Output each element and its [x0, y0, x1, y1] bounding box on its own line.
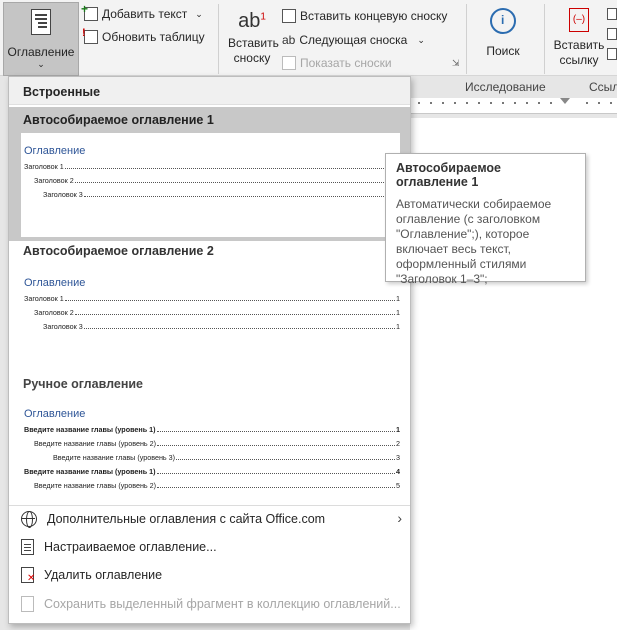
- footnote-icon: ab1: [238, 10, 266, 32]
- add-text-icon: [81, 2, 98, 21]
- custom-toc-icon: [21, 539, 34, 555]
- chevron-right-icon: ›: [397, 510, 402, 526]
- more-online-toc-item[interactable]: Дополнительные оглавления с сайта Office…: [9, 506, 410, 532]
- citation-icon: (–): [569, 8, 589, 32]
- chevron-down-icon: ⌄: [417, 34, 425, 45]
- tooltip: Автособираемое оглавление 1 Автоматическ…: [385, 153, 586, 286]
- toc-template-auto-1[interactable]: Автособираемое оглавление 1 Оглавление З…: [9, 107, 410, 241]
- toc-line: Заголовок 11: [24, 294, 400, 303]
- research-group-label: Исследование: [465, 80, 546, 94]
- toc-preview: Оглавление Заголовок 11 Заголовок 21 Заг…: [21, 263, 400, 367]
- checkbox-icon: [607, 8, 617, 20]
- toc-line: Заголовок 21: [34, 308, 400, 317]
- toc-icon: [31, 9, 51, 35]
- toc-button-label: Оглавление: [7, 45, 75, 59]
- update-table-button[interactable]: Обновить таблицу: [82, 27, 205, 47]
- divider: [466, 4, 467, 74]
- toc-line: Введите название главы (уровень 3) 3: [53, 453, 400, 462]
- toc-preview: Оглавление Заголовок 11 Заголовок 21 Заг…: [21, 133, 400, 237]
- insert-footnote-label: Вставить сноску: [228, 36, 279, 65]
- custom-toc-item[interactable]: Настраиваемое оглавление...: [9, 534, 410, 560]
- toc-line: Заголовок 31: [43, 322, 400, 331]
- ruler[interactable]: [410, 98, 617, 114]
- links-group-label: Ссыл: [589, 80, 617, 94]
- insert-link-button[interactable]: (–) Вставить ссылку: [548, 4, 610, 74]
- divider: [544, 4, 545, 74]
- indent-marker-icon[interactable]: [560, 98, 570, 104]
- insert-footnote-button[interactable]: ab1 Вставить сноску: [224, 4, 280, 74]
- show-notes-button[interactable]: Показать сноски: [282, 53, 392, 73]
- toc-button[interactable]: Оглавление ⌄: [3, 2, 79, 76]
- toc-line: Введите название главы (уровень 2) 5: [34, 481, 400, 490]
- update-table-icon: [82, 27, 98, 44]
- toc-line: Заголовок 21: [34, 176, 397, 185]
- toc-line: Заголовок 31: [43, 190, 397, 199]
- toc-line: Введите название главы (уровень 1) 1: [24, 425, 400, 434]
- remove-toc-icon: [21, 567, 35, 584]
- tooltip-body: Автоматически собираемое оглавление (с з…: [396, 197, 552, 286]
- dialog-launcher-icon[interactable]: ⇲: [452, 58, 460, 69]
- toc-template-manual[interactable]: Ручное оглавление Оглавление Введите наз…: [9, 371, 410, 501]
- chevron-down-icon: ⌄: [37, 59, 45, 69]
- save-selection-item[interactable]: Сохранить выделенный фрагмент в коллекци…: [9, 591, 410, 617]
- divider: [218, 4, 219, 74]
- show-notes-icon: [282, 56, 296, 70]
- ribbon: Оглавление ⌄ Добавить текст ⌄ Обновить т…: [0, 0, 617, 76]
- globe-icon: [21, 511, 37, 528]
- search-icon: i: [490, 8, 516, 34]
- toc-template-auto-2[interactable]: Автособираемое оглавление 2 Оглавление З…: [9, 241, 410, 371]
- toc-gallery: Встроенные Автособираемое оглавление 1 О…: [8, 76, 411, 624]
- save-to-gallery-icon: [21, 596, 34, 612]
- next-footnote-icon: ab: [282, 33, 296, 47]
- add-text-button[interactable]: Добавить текст ⌄: [81, 2, 203, 24]
- insert-endnote-button[interactable]: Вставить концевую сноску: [282, 6, 447, 26]
- checkbox-icon: [607, 48, 617, 60]
- endnote-icon: [282, 9, 296, 23]
- remove-toc-item[interactable]: Удалить оглавление: [9, 562, 410, 588]
- toc-preview: Оглавление Введите название главы (урове…: [21, 397, 400, 501]
- checkbox-icon: [607, 28, 617, 40]
- toc-line: Введите название главы (уровень 1) 4: [24, 467, 400, 476]
- builtin-section-header: Встроенные: [9, 77, 410, 105]
- chevron-down-icon: ⌄: [195, 8, 203, 19]
- search-button[interactable]: i Поиск: [472, 4, 534, 74]
- tooltip-title: Автособираемое оглавление 1: [396, 161, 502, 189]
- next-footnote-button[interactable]: ab Следующая сноска ⌄: [282, 30, 425, 50]
- toc-line: Введите название главы (уровень 2) 2: [34, 439, 400, 448]
- toc-line: Заголовок 11: [24, 162, 397, 171]
